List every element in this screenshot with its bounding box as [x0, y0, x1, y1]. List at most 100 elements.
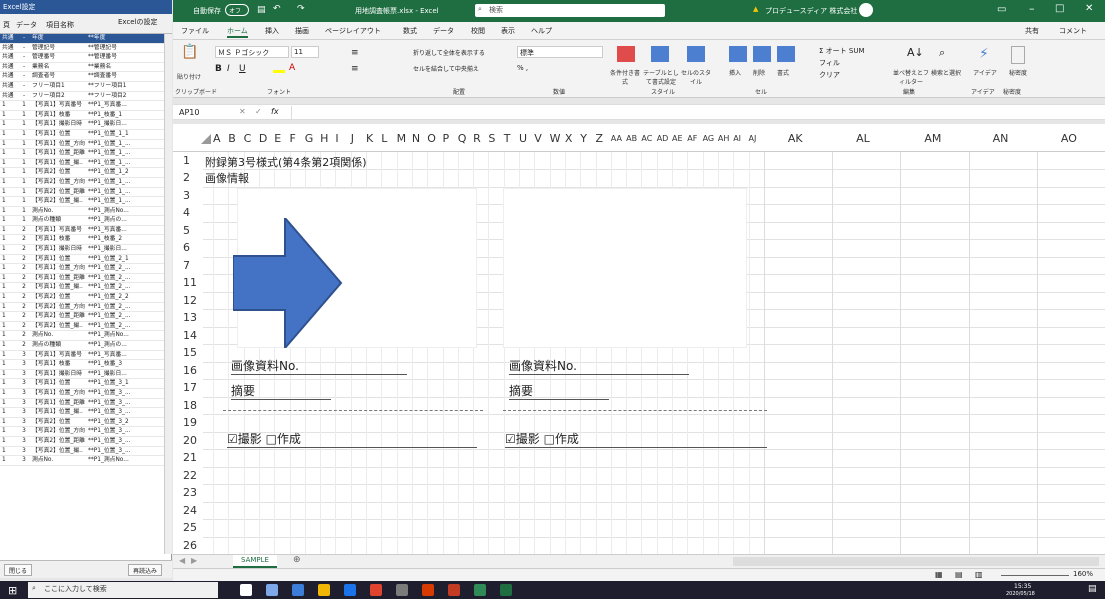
- list-item[interactable]: 共通 - 管理記号 **管理記号: [0, 44, 164, 54]
- list-item[interactable]: 1 3 【写真1】撮影日時 **P1_撮影日...: [0, 370, 164, 380]
- list-item[interactable]: 1 2 【写真1】枝番 **P1_枝番_2: [0, 235, 164, 246]
- column-header[interactable]: AE: [672, 134, 683, 143]
- create-checkbox-left[interactable]: □作成: [266, 432, 301, 446]
- list-item[interactable]: 1 1 【写真1】撮影日時 **P1_撮影日...: [0, 120, 164, 130]
- column-header[interactable]: AJ: [749, 134, 757, 143]
- list-item[interactable]: 共通 - 年度 **年度: [0, 34, 164, 44]
- row-header[interactable]: 6: [183, 241, 203, 254]
- row-header[interactable]: 23: [183, 486, 203, 499]
- list-item[interactable]: 1 3 【写真2】位置_撮.. **P1_位置_3_...: [0, 447, 164, 457]
- next-sheet-icon[interactable]: ▶: [191, 556, 197, 565]
- notification-icon[interactable]: ▤: [1088, 584, 1097, 594]
- table-format-button[interactable]: テーブルとして書式設定: [643, 68, 679, 86]
- font-color-icon[interactable]: A: [289, 63, 295, 73]
- paste-label[interactable]: 貼り付け: [177, 72, 201, 81]
- find-select-button[interactable]: 検索と選択: [929, 68, 963, 77]
- autosave-toggle[interactable]: オフ: [225, 4, 249, 16]
- list-item[interactable]: 1 2 【写真1】写真番号 **P1_写真番...: [0, 226, 164, 236]
- list-item[interactable]: 1 3 【写真1】位置_撮.. **P1_位置_3_...: [0, 408, 164, 418]
- sensitivity-icon[interactable]: [1011, 46, 1025, 64]
- autosum-button[interactable]: Σ オート SUM: [819, 46, 865, 56]
- list-item[interactable]: 1 2 【写真1】撮影日時 **P1_撮影日...: [0, 245, 164, 255]
- column-header[interactable]: X: [565, 132, 573, 145]
- sheet-tab[interactable]: SAMPLE: [233, 555, 277, 568]
- row-header[interactable]: 18: [183, 399, 203, 412]
- app-icon-3[interactable]: [422, 584, 434, 596]
- delete-button[interactable]: 削除: [753, 68, 765, 77]
- column-header[interactable]: AO: [1061, 132, 1077, 145]
- name-box[interactable]: AP10: [179, 108, 199, 117]
- find-icon[interactable]: ⌕: [939, 46, 945, 60]
- column-header[interactable]: E: [274, 132, 281, 145]
- list-item[interactable]: 1 2 【写真2】位置 **P1_位置_2_2: [0, 293, 164, 303]
- list-item[interactable]: 共通 - フリー項目1 **フリー項目1: [0, 82, 164, 92]
- taskbar-search[interactable]: ⌕ ここに入力して検索: [28, 582, 218, 598]
- row-header[interactable]: 20: [183, 434, 203, 447]
- conditional-format-button[interactable]: 条件付き書式: [609, 68, 641, 86]
- column-header[interactable]: V: [534, 132, 542, 145]
- search-box[interactable]: ⌕ 検索: [475, 4, 665, 17]
- cell-style-button[interactable]: セルのスタイル: [681, 68, 711, 86]
- row-header[interactable]: 24: [183, 504, 203, 517]
- file-explorer-icon[interactable]: [318, 584, 330, 596]
- cell-style-icon[interactable]: [687, 46, 705, 62]
- photo-checkbox-left[interactable]: ☑撮影: [227, 432, 262, 446]
- row-header[interactable]: 14: [183, 329, 203, 342]
- row-header[interactable]: 2: [183, 171, 203, 184]
- wrap-text-button[interactable]: 折り返して全体を表示する: [413, 48, 485, 57]
- row-header[interactable]: 3: [183, 189, 203, 202]
- tab-6[interactable]: データ: [433, 26, 454, 36]
- create-checkbox-right[interactable]: □作成: [544, 432, 579, 446]
- page-break-icon[interactable]: ▥: [975, 570, 983, 579]
- list-item[interactable]: 1 3 【写真1】位置_距離 **P1_位置_3_...: [0, 399, 164, 409]
- account-name[interactable]: プロデュースディア 株式会社: [765, 6, 857, 16]
- column-header[interactable]: O: [427, 132, 436, 145]
- share-button[interactable]: 共有: [1025, 26, 1039, 36]
- column-header[interactable]: R: [473, 132, 481, 145]
- column-header[interactable]: M: [397, 132, 407, 145]
- app-icon-4[interactable]: [448, 584, 460, 596]
- column-header[interactable]: I: [335, 132, 338, 145]
- close-button[interactable]: 閉じる: [4, 564, 33, 576]
- list-item[interactable]: 1 1 【写真2】位置_撮.. **P1_位置_1_...: [0, 197, 164, 207]
- align-top-icon[interactable]: ≡: [351, 48, 359, 58]
- align-left-icon[interactable]: ≡: [351, 64, 359, 74]
- list-item[interactable]: 1 3 【写真2】位置_距離 **P1_位置_3_...: [0, 437, 164, 447]
- percent-icon[interactable]: % ,: [517, 64, 528, 72]
- format-cells-icon[interactable]: [777, 46, 795, 62]
- search-app-icon[interactable]: [292, 584, 304, 596]
- fill-button[interactable]: フィル: [819, 58, 840, 68]
- minimize-icon[interactable]: –: [1029, 2, 1035, 15]
- ideas-button[interactable]: アイデア: [973, 68, 997, 77]
- row-header[interactable]: 26: [183, 539, 203, 552]
- list-item[interactable]: 1 2 【写真1】位置 **P1_位置_2_1: [0, 255, 164, 265]
- row-header[interactable]: 17: [183, 381, 203, 394]
- column-header[interactable]: K: [366, 132, 373, 145]
- tab-5[interactable]: 数式: [403, 26, 417, 36]
- page-layout-icon[interactable]: ▤: [955, 570, 963, 579]
- clock-date[interactable]: 2020/05/18: [1006, 591, 1035, 597]
- list-item[interactable]: 1 1 【写真1】位置_方向 **P1_位置_1_...: [0, 140, 164, 150]
- column-header[interactable]: U: [519, 132, 527, 145]
- function-icon[interactable]: fx: [271, 107, 279, 116]
- task-view-icon[interactable]: [240, 584, 252, 596]
- tab-2[interactable]: 挿入: [265, 26, 279, 36]
- column-header[interactable]: A: [213, 132, 221, 145]
- underline-icon[interactable]: U: [239, 64, 246, 74]
- sort-filter-button[interactable]: 並べ替えとフィルター: [891, 68, 931, 86]
- column-header[interactable]: L: [381, 132, 387, 145]
- clear-button[interactable]: クリア: [819, 70, 840, 80]
- row-header[interactable]: 22: [183, 469, 203, 482]
- clock-time[interactable]: 15:35: [1014, 583, 1031, 590]
- list-item[interactable]: 1 3 測点No. **P1_測点No...: [0, 456, 164, 466]
- list-item[interactable]: 1 3 【写真1】枝番 **P1_枝番_3: [0, 360, 164, 370]
- column-header[interactable]: J: [351, 132, 354, 145]
- column-header[interactable]: AK: [788, 132, 803, 145]
- row-header[interactable]: 13: [183, 311, 203, 324]
- list-item[interactable]: 1 1 測点No. **P1_測点No...: [0, 207, 164, 217]
- list-item[interactable]: 1 2 【写真1】位置_距離 **P1_位置_2_...: [0, 274, 164, 284]
- row-header[interactable]: 5: [183, 224, 203, 237]
- save-icon[interactable]: ▤: [257, 5, 266, 15]
- list-item[interactable]: 1 1 【写真1】位置_撮.. **P1_位置_1_...: [0, 159, 164, 169]
- row-header[interactable]: 12: [183, 294, 203, 307]
